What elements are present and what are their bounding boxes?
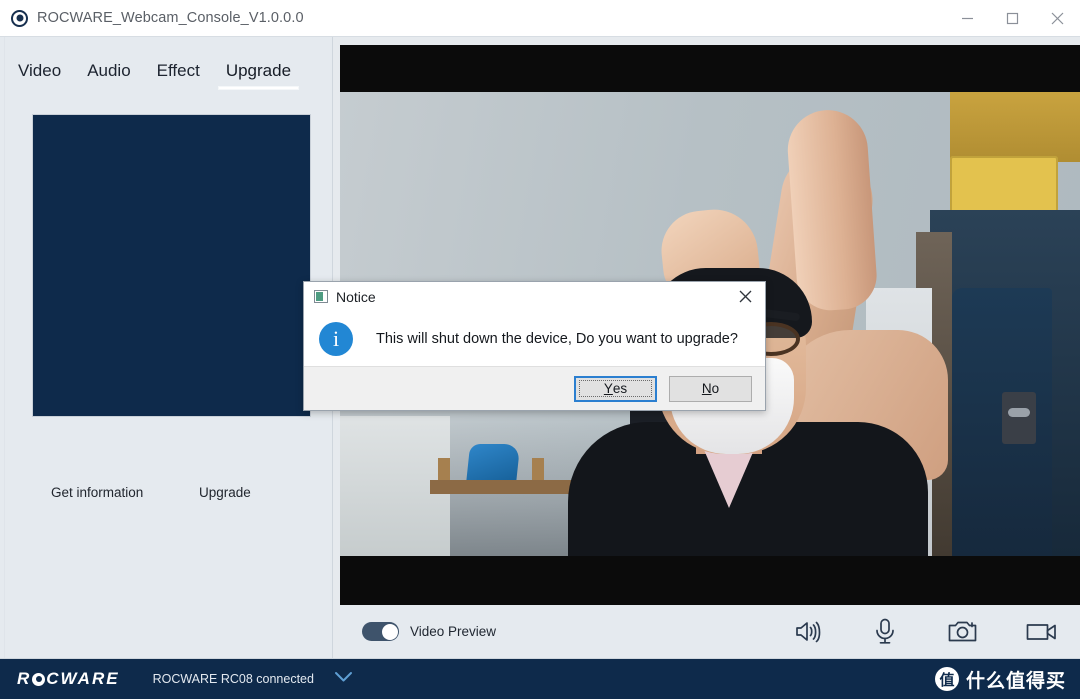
upgrade-button[interactable]: Upgrade xyxy=(199,485,251,500)
yes-button[interactable]: Yes xyxy=(574,375,657,402)
close-icon[interactable] xyxy=(1035,0,1080,37)
tab-bar: Video Audio Effect Upgrade xyxy=(0,37,332,89)
video-preview-toggle[interactable] xyxy=(362,622,399,641)
dialog-title: Notice xyxy=(336,288,376,305)
no-button-label: o xyxy=(711,381,720,396)
no-button[interactable]: No xyxy=(669,375,752,402)
scene-cabinet-top xyxy=(950,92,1080,162)
scene-device-tag xyxy=(1002,392,1036,444)
dialog-footer: Yes No xyxy=(304,366,765,410)
dialog-body: i This will shut down the device, Do you… xyxy=(304,311,765,366)
tab-upgrade[interactable]: Upgrade xyxy=(218,61,299,89)
maximize-icon[interactable] xyxy=(990,0,1035,37)
tab-video[interactable]: Video xyxy=(18,61,61,89)
yes-button-focus-ring: Yes xyxy=(579,380,652,397)
watermark-text: 什么值得买 xyxy=(965,670,1066,692)
upgrade-info-panel xyxy=(32,114,311,417)
speaker-icon[interactable] xyxy=(768,619,846,644)
app-circle-icon xyxy=(11,9,28,27)
tab-audio[interactable]: Audio xyxy=(87,61,130,89)
yes-button-mnemonic: Y xyxy=(603,381,613,396)
dialog-message: This will shut down the device, Do you w… xyxy=(376,330,738,347)
sidebar-actions: Get information Upgrade xyxy=(32,485,312,500)
status-bar: R CWARE ROCWARE RC08 connected 值 什么值得买 xyxy=(0,658,1080,699)
no-button-mnemonic: N xyxy=(701,381,712,396)
notice-dialog: Notice i This will shut down the device,… xyxy=(303,281,766,411)
scene-shelf-post-right xyxy=(532,458,544,482)
scene-yellow-box xyxy=(950,156,1058,214)
person-forearm xyxy=(785,107,879,313)
window-title: ROCWARE_Webcam_Console_V1.0.0.0 xyxy=(37,10,304,26)
watermark: 值 什么值得买 xyxy=(934,666,1066,693)
info-icon: i xyxy=(319,321,353,356)
chevron-down-icon[interactable] xyxy=(334,670,353,688)
bottom-toolbar: Video Preview xyxy=(340,605,1080,658)
window-controls xyxy=(945,0,1080,37)
video-preview-toggle-group[interactable]: Video Preview xyxy=(362,622,496,641)
camera-icon[interactable] xyxy=(924,619,1002,644)
title-bar: ROCWARE_Webcam_Console_V1.0.0.0 xyxy=(0,0,1080,37)
minimize-icon[interactable] xyxy=(945,0,990,37)
microphone-icon[interactable] xyxy=(846,618,924,645)
video-camera-icon[interactable] xyxy=(1002,621,1080,643)
brand-dot-icon xyxy=(32,672,46,686)
brand-rest: CWARE xyxy=(46,669,120,688)
rocware-logo: R CWARE xyxy=(17,669,120,689)
brand-letter-r: R xyxy=(17,669,32,688)
tab-effect[interactable]: Effect xyxy=(157,61,200,89)
watermark-badge: 值 xyxy=(934,667,959,691)
notice-window-icon xyxy=(314,290,328,303)
toolbar-icon-group xyxy=(768,618,1080,645)
dialog-close-icon[interactable] xyxy=(725,282,765,311)
sidebar: Video Audio Effect Upgrade Get informati… xyxy=(0,37,333,658)
video-preview-label: Video Preview xyxy=(410,624,497,639)
toggle-knob xyxy=(381,623,398,640)
app-window: ROCWARE_Webcam_Console_V1.0.0.0 Video Au… xyxy=(0,0,1080,699)
yes-button-label: es xyxy=(612,381,628,396)
get-information-button[interactable]: Get information xyxy=(32,485,199,500)
device-status-text: ROCWARE RC08 connected xyxy=(152,672,314,686)
scene-shelf-post-left xyxy=(438,458,450,482)
dialog-title-bar: Notice xyxy=(304,282,765,311)
